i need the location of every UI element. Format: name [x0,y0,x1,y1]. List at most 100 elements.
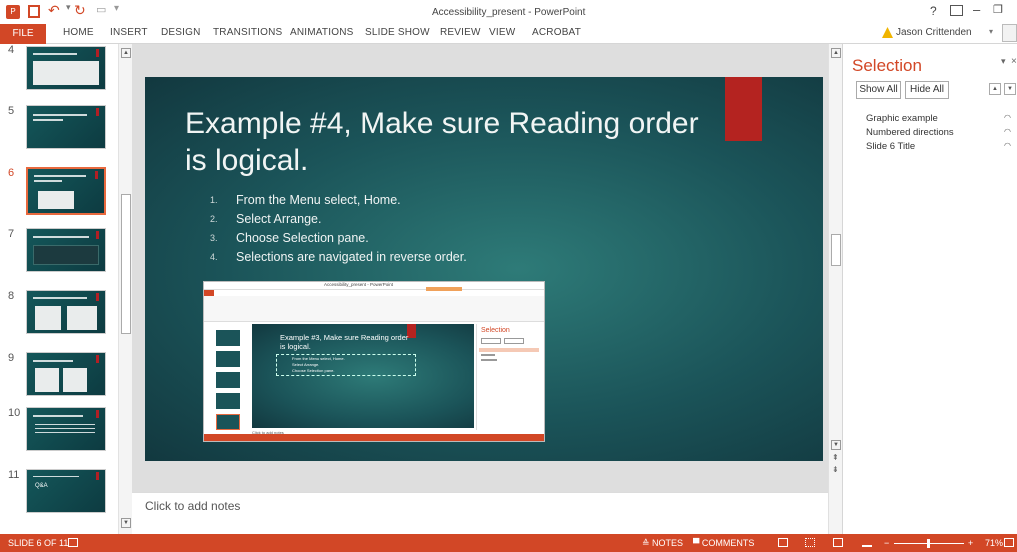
slide-scrollbar[interactable]: ▲ ▼ ⇞ ⇟ [828,44,842,534]
screenshot-window-title: Accessibility_present - PowerPoint [324,282,394,287]
screenshot-selection-pane: Selection [476,324,542,430]
selection-item[interactable]: Graphic example [866,113,938,124]
screenshot-thumbnails [208,326,242,432]
scroll-down-icon[interactable]: ▼ [121,518,131,528]
zoom-slider-handle[interactable] [927,539,930,548]
eye-icon[interactable]: ◠ [1004,113,1011,122]
next-slide-icon[interactable]: ⇟ [832,465,839,474]
tab-slide-show[interactable]: SLIDE SHOW [365,27,430,38]
close-pane-icon[interactable]: × [1011,56,1017,67]
warning-icon [882,27,893,38]
zoom-in-icon[interactable]: + [968,538,973,548]
tab-insert[interactable]: INSERT [110,27,148,38]
slide-thumbnail[interactable] [26,407,106,451]
selection-pane-title: Selection [852,56,922,75]
scrollbar-thumb[interactable] [831,234,841,266]
screenshot-drawing-tools-tab [426,287,462,291]
eye-icon[interactable]: ◠ [1004,141,1011,150]
tab-acrobat[interactable]: ACROBAT [532,27,581,38]
start-from-beginning-icon[interactable]: ▭ [96,3,106,16]
list-number: 1. [210,195,218,205]
previous-slide-icon[interactable]: ⇞ [832,453,839,462]
slide-thumbnail[interactable] [26,46,106,90]
screenshot-slide-title: Example #3, Make sure Reading order is l… [280,333,409,351]
screenshot-list-item: From the Menu select, Home. [292,356,345,361]
graphic-example[interactable]: Accessibility_present - PowerPoint Examp… [203,281,545,442]
scrollbar-thumb[interactable] [121,194,131,334]
send-backward-icon[interactable]: ▼ [1004,83,1016,95]
pane-options-icon[interactable]: ▾ [1001,56,1006,67]
screenshot-list-item: Select Arrange. [292,362,320,367]
help-icon[interactable]: ? [930,4,937,18]
zoom-level[interactable]: 71% [985,538,1003,548]
tab-animations[interactable]: ANIMATIONS [290,27,353,38]
tab-review[interactable]: REVIEW [440,27,481,38]
tab-design[interactable]: DESIGN [161,27,201,38]
reading-view-icon[interactable] [833,538,843,547]
save-icon[interactable] [28,5,40,18]
minimize-icon[interactable]: – [973,2,980,17]
show-all-button[interactable]: Show All [856,81,901,99]
undo-icon[interactable]: ↶ [48,2,60,19]
comments-label: COMMENTS [701,538,755,548]
tab-view[interactable]: VIEW [489,27,515,38]
user-name[interactable]: Jason Crittenden [896,27,972,38]
selection-item[interactable]: Slide 6 Title [866,141,915,152]
bring-forward-icon[interactable]: ▲ [989,83,1001,95]
comments-button[interactable]: ▀ COMMENTS [693,538,754,548]
slide-thumbnail-selected[interactable] [26,167,106,215]
thumbnail-scrollbar[interactable]: ▲ ▼ [118,44,132,534]
list-text: From the Menu select, Home. [236,193,401,207]
slide-thumbnail[interactable] [26,290,106,334]
slide-red-accent [725,77,762,141]
thumbnail-text: Q&A [35,483,48,489]
slide-thumbnail[interactable] [26,352,106,396]
tab-home[interactable]: HOME [63,27,94,38]
list-number: 3. [210,233,218,243]
restore-icon[interactable]: ❐ [993,3,1003,16]
redo-icon[interactable]: ↻ [74,2,86,19]
zoom-out-icon[interactable]: − [884,538,889,548]
ribbon-display-options-icon[interactable] [950,5,963,16]
thumbnail-number: 5 [8,105,15,117]
powerpoint-logo-icon: P [6,5,20,19]
tab-file[interactable]: FILE [0,24,46,44]
slide-thumbnail[interactable]: Q&A [26,469,106,513]
slide-title[interactable]: Example #4, Make sure Reading order is l… [185,105,705,179]
slide-show-icon[interactable] [862,538,872,547]
fit-slide-icon[interactable] [1004,538,1014,547]
slide-thumbnail[interactable] [26,228,106,272]
hide-all-button[interactable]: Hide All [905,81,949,99]
notes-button[interactable]: ≙ NOTES [642,538,683,549]
thumbnail-number: 7 [8,228,15,240]
spell-check-icon[interactable] [68,538,78,547]
slide-thumbnail-pane: 4 5 6 7 8 9 10 11 Q&A [0,44,118,534]
normal-view-icon[interactable] [778,538,788,547]
scroll-up-icon[interactable]: ▲ [121,48,131,58]
screenshot-pane-title: Selection [481,327,510,334]
slide-counter[interactable]: SLIDE 6 OF 11 [8,538,68,548]
screenshot-slide: Example #3, Make sure Reading order is l… [252,324,474,428]
notes-placeholder[interactable]: Click to add notes [145,499,240,513]
thumbnail-number: 8 [8,290,15,302]
numbered-directions[interactable]: 1. From the Menu select, Home. 2. Select A… [210,193,610,269]
undo-dropdown-icon[interactable]: ▾ [66,2,71,13]
customize-quick-access-icon[interactable]: ▾ [114,3,119,14]
window-title: Accessibility_present - PowerPoint [432,7,586,18]
user-avatar[interactable] [1002,24,1017,42]
list-text: Choose Selection pane. [236,231,369,245]
thumbnail-number: 11 [8,469,20,481]
user-dropdown-icon[interactable]: ▾ [989,27,993,36]
slide-sorter-icon[interactable] [805,538,815,547]
selection-item[interactable]: Numbered directions [866,127,954,138]
scroll-up-icon[interactable]: ▲ [831,48,841,58]
scroll-down-icon[interactable]: ▼ [831,440,841,450]
thumbnail-number: 4 [8,44,15,56]
eye-icon[interactable]: ◠ [1004,127,1011,136]
list-item: 2. Select Arrange. [210,212,610,231]
thumbnail-number: 6 [8,167,15,179]
tab-transitions[interactable]: TRANSITIONS [213,27,282,38]
list-text: Select Arrange. [236,212,322,226]
notes-label: NOTES [652,538,684,548]
slide-thumbnail[interactable] [26,105,106,149]
